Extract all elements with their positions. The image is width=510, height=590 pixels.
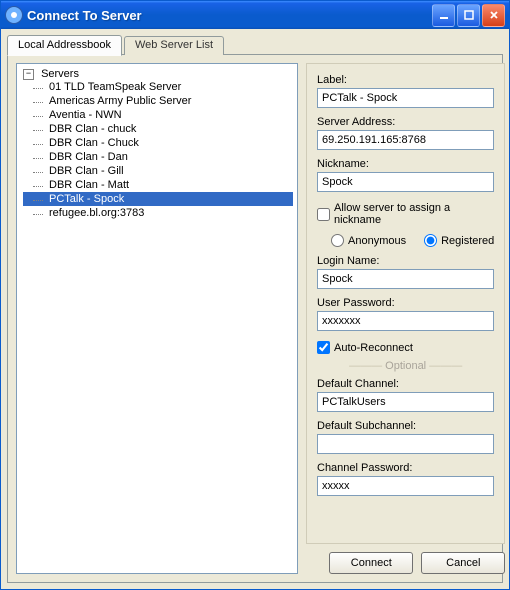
minimize-button[interactable]: [432, 4, 455, 27]
nickname-input[interactable]: [317, 172, 494, 192]
anonymous-radio[interactable]: [331, 234, 344, 247]
label-input[interactable]: [317, 88, 494, 108]
minimize-icon: [439, 10, 449, 20]
channel-password-input[interactable]: [317, 476, 494, 496]
tree-item[interactable]: Aventia - NWN: [23, 108, 293, 122]
allow-assign-label[interactable]: Allow server to assign a nickname: [334, 202, 494, 226]
login-name-label: Login Name:: [317, 255, 494, 267]
tree-root[interactable]: − Servers 01 TLD TeamSpeak ServerAmerica…: [17, 66, 297, 222]
auto-reconnect-checkbox[interactable]: [317, 341, 330, 354]
tree-item[interactable]: Americas Army Public Server: [23, 94, 293, 108]
close-button[interactable]: [482, 4, 505, 27]
channel-password-label: Channel Password:: [317, 462, 494, 474]
tree-item[interactable]: refugee.bl.org:3783: [23, 206, 293, 220]
tree-root-label: Servers: [41, 68, 79, 80]
dialog-buttons: Connect Cancel: [306, 552, 505, 574]
tree-item[interactable]: DBR Clan - Dan: [23, 150, 293, 164]
tree-item[interactable]: PCTalk - Spock: [23, 192, 293, 206]
title-bar: Connect To Server: [1, 1, 509, 29]
window-title: Connect To Server: [27, 8, 430, 23]
label-label: Label:: [317, 74, 494, 86]
server-form: Label: Server Address: Nickname: Allow s…: [306, 63, 505, 544]
connect-button[interactable]: Connect: [329, 552, 413, 574]
maximize-icon: [464, 10, 474, 20]
nickname-label: Nickname:: [317, 158, 494, 170]
registered-radio[interactable]: [424, 234, 437, 247]
server-address-label: Server Address:: [317, 116, 494, 128]
tree-item[interactable]: DBR Clan - Chuck: [23, 136, 293, 150]
tree-item[interactable]: DBR Clan - Matt: [23, 178, 293, 192]
user-password-input[interactable]: [317, 311, 494, 331]
client-area: Local Addressbook Web Server List − Serv…: [1, 29, 509, 589]
details-panel: Label: Server Address: Nickname: Allow s…: [306, 63, 505, 574]
identity-radio-group: Anonymous Registered: [331, 230, 494, 251]
server-address-input[interactable]: [317, 130, 494, 150]
default-subchannel-label: Default Subchannel:: [317, 420, 494, 432]
tab-strip: Local Addressbook Web Server List: [7, 33, 503, 55]
allow-assign-checkbox[interactable]: [317, 208, 330, 221]
default-subchannel-input[interactable]: [317, 434, 494, 454]
server-tree[interactable]: − Servers 01 TLD TeamSpeak ServerAmerica…: [16, 63, 298, 574]
default-channel-label: Default Channel:: [317, 378, 494, 390]
tree-item[interactable]: 01 TLD TeamSpeak Server: [23, 80, 293, 94]
auto-reconnect-label[interactable]: Auto-Reconnect: [334, 342, 413, 354]
default-channel-input[interactable]: [317, 392, 494, 412]
anonymous-label[interactable]: Anonymous: [348, 235, 406, 247]
collapse-icon[interactable]: −: [23, 69, 34, 80]
auto-reconnect-row: Auto-Reconnect: [317, 341, 494, 354]
optional-divider: Optional: [317, 360, 494, 372]
close-icon: [489, 10, 499, 20]
tree-item[interactable]: DBR Clan - Gill: [23, 164, 293, 178]
cancel-button[interactable]: Cancel: [421, 552, 505, 574]
tab-local-addressbook[interactable]: Local Addressbook: [7, 35, 122, 56]
tab-web-server-list[interactable]: Web Server List: [124, 36, 224, 55]
registered-label[interactable]: Registered: [441, 235, 494, 247]
user-password-label: User Password:: [317, 297, 494, 309]
maximize-button[interactable]: [457, 4, 480, 27]
tab-pane: − Servers 01 TLD TeamSpeak ServerAmerica…: [7, 54, 503, 583]
login-name-input[interactable]: [317, 269, 494, 289]
allow-assign-row: Allow server to assign a nickname: [317, 202, 494, 226]
tree-item[interactable]: DBR Clan - chuck: [23, 122, 293, 136]
app-icon: [5, 6, 23, 24]
